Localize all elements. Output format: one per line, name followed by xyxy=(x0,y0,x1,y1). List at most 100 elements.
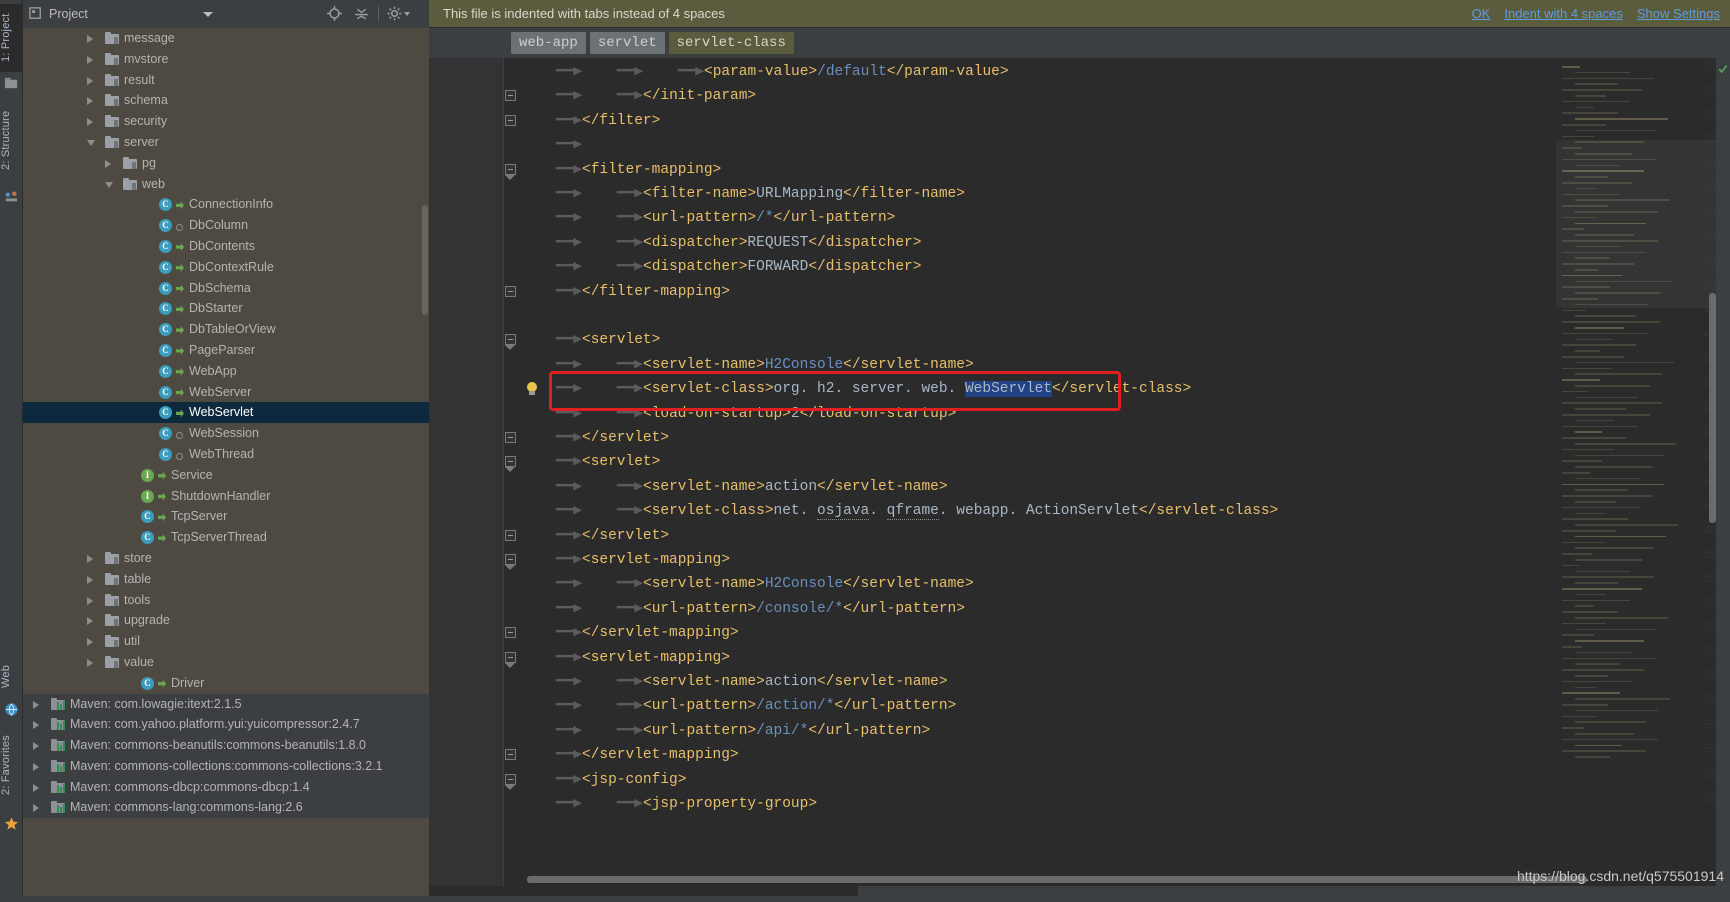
fold-region-start-icon[interactable] xyxy=(503,768,521,792)
editor-horizontal-scrollbar[interactable] xyxy=(527,876,1587,883)
code-line[interactable]: ━━▶ ━━▶<dispatcher>FORWARD</dispatcher> xyxy=(521,255,922,279)
chevron-down-icon[interactable] xyxy=(203,12,213,17)
fold-region-start-icon[interactable] xyxy=(503,646,521,670)
fold-region-start-icon[interactable] xyxy=(503,450,521,474)
code-line[interactable]: ━━▶<servlet> xyxy=(521,328,661,352)
chevron-right-icon[interactable] xyxy=(87,617,93,626)
fold-region-end-icon[interactable] xyxy=(503,743,521,767)
chevron-right-icon[interactable] xyxy=(87,658,93,667)
tree-item[interactable]: C TcpServer xyxy=(23,506,429,527)
code-line[interactable]: ━━▶ ━━▶<servlet-name>action</servlet-nam… xyxy=(521,670,948,694)
chevron-right-icon[interactable] xyxy=(87,118,93,127)
tree-item[interactable]: upgrade xyxy=(23,610,429,631)
code-line[interactable]: ━━▶ ━━▶<url-pattern>/action/*</url-patte… xyxy=(521,694,956,718)
fold-region-end-icon[interactable] xyxy=(503,84,521,108)
code-line[interactable]: ━━▶ ━━▶<servlet-class>org. h2. server. w… xyxy=(521,377,1191,401)
chevron-right-icon[interactable] xyxy=(33,721,39,730)
chevron-down-icon[interactable] xyxy=(87,139,95,150)
tree-item[interactable]: C DbContents xyxy=(23,236,429,257)
code-line[interactable]: ━━▶ ━━▶<servlet-name>action</servlet-nam… xyxy=(521,475,948,499)
tree-item[interactable]: C WebThread xyxy=(23,444,429,465)
code-line[interactable]: ━━▶ xyxy=(521,133,582,157)
tree-item[interactable]: security xyxy=(23,111,429,132)
chevron-right-icon[interactable] xyxy=(87,575,93,584)
editor-vertical-scrollbar[interactable] xyxy=(1709,293,1716,523)
chevron-right-icon[interactable] xyxy=(87,55,93,64)
tree-item[interactable]: web xyxy=(23,174,429,195)
tree-item[interactable]: C WebServer xyxy=(23,382,429,403)
tree-item[interactable]: value xyxy=(23,652,429,673)
tree-item[interactable]: Maven: commons-lang:commons-lang:2.6 xyxy=(23,797,429,819)
code-line[interactable]: ━━▶ ━━▶<filter-name>URLMapping</filter-n… xyxy=(521,182,965,206)
code-line[interactable]: ━━▶<jsp-config> xyxy=(521,768,687,792)
tree-item[interactable]: result xyxy=(23,70,429,91)
tree-item[interactable]: message xyxy=(23,28,429,49)
code-line[interactable]: ━━▶</servlet> xyxy=(521,426,669,450)
gear-caret-icon[interactable] xyxy=(404,12,410,16)
fold-region-start-icon[interactable] xyxy=(503,328,521,352)
tree-item[interactable]: C ConnectionInfo xyxy=(23,194,429,215)
tree-item[interactable]: Maven: com.yahoo.platform.yui:yuicompres… xyxy=(23,714,429,736)
project-tree[interactable]: message mvstore result schema security server… xyxy=(23,28,429,902)
code-line[interactable]: ━━▶ ━━▶<url-pattern>/*</url-pattern> xyxy=(521,206,896,230)
chevron-right-icon[interactable] xyxy=(87,76,93,85)
notification-ok-link[interactable]: OK xyxy=(1472,6,1491,21)
code-line[interactable]: ━━▶ ━━▶<load-on-startup>2</load-on-start… xyxy=(521,402,956,426)
chevron-right-icon[interactable] xyxy=(105,159,111,168)
code-line[interactable]: ━━▶</servlet-mapping> xyxy=(521,621,739,645)
code-line[interactable]: ━━▶</servlet> xyxy=(521,524,669,548)
tool-window-web[interactable]: Web xyxy=(0,655,23,697)
notification-indent-link[interactable]: Indent with 4 spaces xyxy=(1504,6,1623,21)
chevron-down-icon[interactable] xyxy=(105,181,113,192)
code-editor[interactable]: 3031323334353637383940414243444546474849… xyxy=(429,58,1730,886)
fold-region-end-icon[interactable] xyxy=(503,524,521,548)
breadcrumb-item-web-app[interactable]: web-app xyxy=(511,32,586,54)
code-line[interactable]: ━━▶ ━━▶<dispatcher>REQUEST</dispatcher> xyxy=(521,231,922,255)
tree-item[interactable]: Maven: com.lowagie:itext:2.1.5 xyxy=(23,693,429,715)
code-line[interactable]: ━━▶ ━━▶<servlet-name>H2Console</servlet-… xyxy=(521,353,974,377)
tree-item[interactable]: I Service xyxy=(23,465,429,486)
tree-item[interactable]: C DbSchema xyxy=(23,278,429,299)
tree-item[interactable]: pg xyxy=(23,153,429,174)
code-line[interactable]: ━━▶ ━━▶<servlet-name>H2Console</servlet-… xyxy=(521,572,974,596)
breadcrumb-item-servlet[interactable]: servlet xyxy=(589,32,665,54)
error-stripe[interactable] xyxy=(1716,58,1730,886)
tree-item[interactable]: Maven: commons-collections:commons-colle… xyxy=(23,755,429,777)
code-line[interactable]: ━━▶ ━━▶</init-param> xyxy=(521,84,756,108)
fold-region-end-icon[interactable] xyxy=(503,280,521,304)
code-line[interactable]: ━━▶ ━━▶<jsp-property-group> xyxy=(521,792,817,816)
tree-item[interactable]: mvstore xyxy=(23,49,429,70)
chevron-right-icon[interactable] xyxy=(33,700,39,709)
tool-window-structure[interactable]: 2: Structure xyxy=(0,96,23,184)
code-line[interactable]: ━━▶</filter-mapping> xyxy=(521,280,730,304)
chevron-right-icon[interactable] xyxy=(87,554,93,563)
tree-item[interactable]: C WebSession xyxy=(23,423,429,444)
code-line[interactable]: ━━▶</servlet-mapping> xyxy=(521,743,739,767)
code-line[interactable]: ━━▶<servlet-mapping> xyxy=(521,646,730,670)
editor-gutter[interactable] xyxy=(429,58,504,886)
tree-item[interactable]: table xyxy=(23,569,429,590)
project-tree-scrollbar[interactable] xyxy=(422,205,428,315)
tree-item[interactable]: C PageParser xyxy=(23,340,429,361)
chevron-right-icon[interactable] xyxy=(33,804,39,813)
tree-item[interactable]: Maven: commons-dbcp:commons-dbcp:1.4 xyxy=(23,776,429,798)
code-line[interactable]: ━━▶ ━━▶ ━━▶<param-value>/default</param-… xyxy=(521,60,1009,84)
minimap-viewport[interactable] xyxy=(1556,140,1716,308)
tree-item[interactable]: C TcpServerThread xyxy=(23,527,429,548)
chevron-right-icon[interactable] xyxy=(87,596,93,605)
code-line[interactable]: ━━▶ ━━▶<url-pattern>/console/*</url-patt… xyxy=(521,597,965,621)
tree-item[interactable]: C DbContextRule xyxy=(23,257,429,278)
chevron-right-icon[interactable] xyxy=(33,742,39,751)
fold-region-end-icon[interactable] xyxy=(503,109,521,133)
tree-item[interactable]: C DbStarter xyxy=(23,298,429,319)
tool-window-project[interactable]: 1: Project xyxy=(0,4,23,72)
tree-item[interactable]: schema xyxy=(23,90,429,111)
notification-show-settings-link[interactable]: Show Settings xyxy=(1637,6,1720,21)
tree-item[interactable]: tools xyxy=(23,590,429,611)
chevron-right-icon[interactable] xyxy=(33,783,39,792)
chevron-right-icon[interactable] xyxy=(87,97,93,106)
breadcrumb-item-servlet-class[interactable]: servlet-class xyxy=(668,32,794,54)
code-line[interactable]: ━━▶ ━━▶<servlet-class>net. osjava. qfram… xyxy=(521,499,1278,523)
tree-item[interactable]: C DbTableOrView xyxy=(23,319,429,340)
collapse-all-icon[interactable] xyxy=(353,5,370,22)
